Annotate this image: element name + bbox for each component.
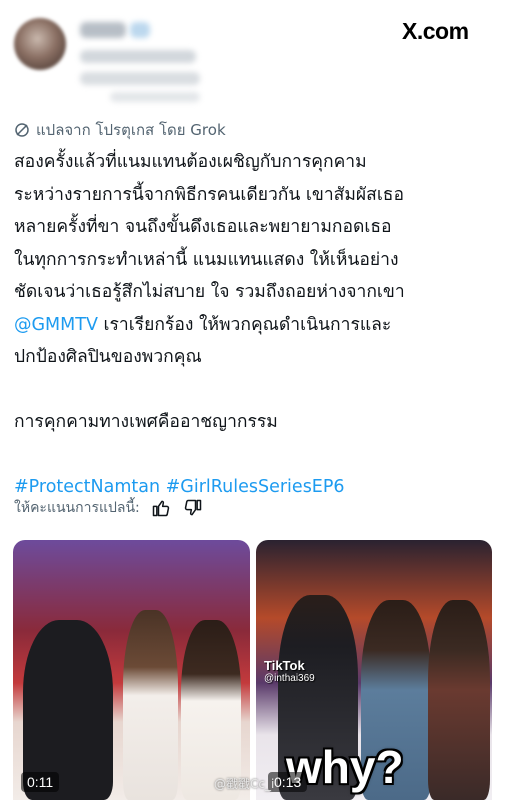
guest-figure-2 bbox=[181, 620, 241, 800]
blurred-handle bbox=[80, 50, 196, 63]
translation-rating: ให้คะแนนการแปลนี้: bbox=[14, 497, 204, 519]
video-duration: 0:11 bbox=[21, 772, 60, 792]
blurred-meta-2 bbox=[110, 92, 200, 102]
guest-figure-1 bbox=[123, 610, 178, 800]
tweet-line: ชัดเจนว่าเธอรู้สึกไม่สบาย ใจ รวมถึงถอยห่… bbox=[14, 282, 405, 302]
thumbs-down-icon[interactable] bbox=[182, 497, 204, 519]
tweet-text: สองครั้งแล้วที่แนมแทนต้องเผชิญกับการคุกค… bbox=[14, 146, 494, 504]
tweet-line: สองครั้งแล้วที่แนมแทนต้องเผชิญกับการคุกค… bbox=[14, 152, 367, 172]
site-brand: X.com bbox=[402, 18, 469, 44]
guest-figure-2 bbox=[428, 600, 490, 800]
tiktok-label: TikTok bbox=[264, 658, 305, 673]
tweet-line: การคุกคามทางเพศคืออาชญากรรม bbox=[14, 412, 278, 432]
blurred-meta bbox=[80, 72, 200, 85]
thumbs-up-icon[interactable] bbox=[150, 497, 172, 519]
video-thumbnail-2[interactable]: TikTok @inthai369 why? 0:13 bbox=[256, 540, 492, 800]
blurred-verified-badge bbox=[130, 22, 150, 38]
tweet-header: X.com bbox=[0, 0, 505, 110]
translation-label: แปลจาก โปรตุเกส โดย Grok bbox=[36, 121, 226, 139]
translation-notice: แปลจาก โปรตุเกส โดย Grok bbox=[14, 118, 226, 142]
tiktok-handle: @inthai369 bbox=[264, 673, 315, 684]
tweet-line: ระหว่างรายการนี้จากพิธีกรคนเดียวกัน เขาส… bbox=[14, 184, 404, 205]
translate-icon bbox=[15, 123, 29, 137]
tweet-line: ในทุกการกระทำเหล่านี้ แนมแทนแสดง ให้เห็น… bbox=[14, 249, 399, 270]
weibo-watermark: @戳戳Cc_i bbox=[214, 777, 275, 791]
mention-link[interactable]: @GMMTV bbox=[14, 315, 98, 335]
tweet-line: ปกป้องศิลปินของพวกคุณ bbox=[14, 347, 202, 367]
tweet-line: หลายครั้งที่ขา จนถึงขั้นดึงเธอและพยายามก… bbox=[14, 217, 392, 237]
video-thumbnail-1[interactable]: 0:11 bbox=[13, 540, 250, 800]
tiktok-watermark: TikTok @inthai369 bbox=[264, 658, 315, 684]
avatar[interactable] bbox=[14, 18, 66, 70]
mention-rest: เราเรียกร้อง ให้พวกคุณดำเนินการและ bbox=[97, 314, 392, 335]
tweet-line: @GMMTV เราเรียกร้อง ให้พวกคุณดำเนินการแล… bbox=[14, 309, 494, 342]
rating-label: ให้คะแนนการแปลนี้: bbox=[14, 500, 140, 516]
blurred-display-name bbox=[80, 22, 126, 38]
